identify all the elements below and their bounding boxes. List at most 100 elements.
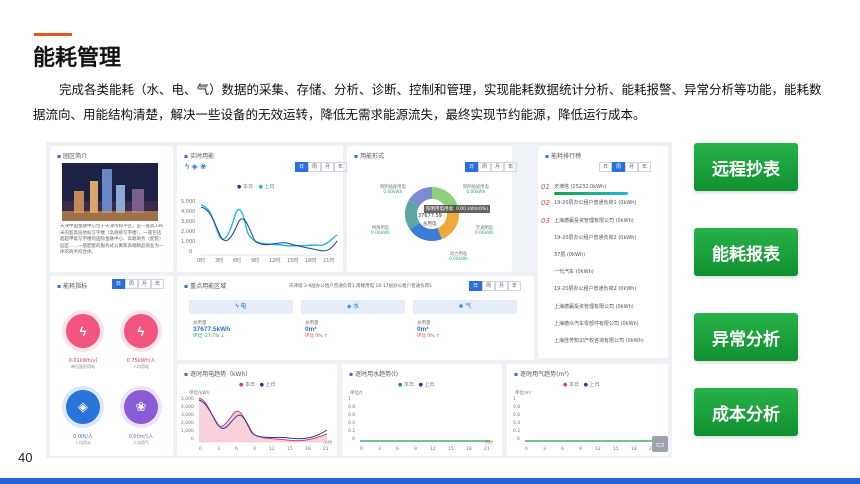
x-tick: 12 [595, 446, 601, 452]
feature-remote-meter-reading: 远程抄表 [694, 143, 798, 191]
x-tick: 15时 [287, 257, 298, 264]
chart-legend: ● 本日 ● 上日 [239, 382, 276, 388]
x-tick: 18时 [305, 257, 316, 264]
y-tick: 0.2 [513, 428, 520, 434]
y-tick: 1 [348, 396, 351, 402]
y-tick: 0.8 [513, 404, 520, 410]
metric-label: 人均用水 [75, 440, 91, 445]
list-item[interactable]: 37层 (0kWh) [542, 251, 585, 258]
list-item[interactable]: 01 天津塔 (25232.0kWh) [541, 183, 606, 191]
list-item[interactable]: 一代汽车 (0kWh) [542, 268, 594, 275]
x-tick: 15 [613, 446, 619, 452]
tab-week[interactable]: 周 [125, 279, 138, 289]
x-tick: 9 [253, 446, 256, 452]
chart-legend: ● 本日 ● 上日 [563, 382, 600, 388]
y-tick: 2,000 [181, 420, 194, 426]
x-tick: 3 [543, 446, 546, 452]
form-label: 照明插座用电 0.00kWh [463, 185, 489, 195]
chart-legend: ● 本日 ● 上日 [237, 184, 275, 190]
gas-flame-icon: ❀ [124, 390, 158, 424]
tab-month[interactable]: 月 [625, 162, 638, 172]
x-tick: 15 [287, 446, 293, 452]
indicators-card: 能耗指标 日 周 月 年 ϟ 0.01kWh/㎡ 单位面积用电 ϟ 0.75kW… [50, 276, 173, 456]
gas-trend-card: 逐时用气趋势(m³) ● 本日 ● 上日 单位/m³ 1 0.8 0.6 0.4… [507, 364, 668, 456]
list-item[interactable]: 上海德赢投资管理有限公司 (0kWh) [542, 303, 634, 310]
y-tick: 0.4 [348, 420, 355, 426]
y-tick: 3,000 [181, 219, 195, 225]
series-today-area [199, 398, 327, 442]
card-title: 用能形式 [354, 151, 384, 160]
y-tick: 1,000 [181, 428, 194, 434]
form-label: 动力用电 0.00kWh [449, 252, 469, 262]
tab-day[interactable]: 日 [469, 281, 482, 291]
metric-label: 人均用电 [133, 364, 149, 369]
y-tick: 0 [191, 436, 194, 442]
total-value: 0m³ [305, 326, 317, 333]
park-photo [62, 163, 158, 221]
y-tick: 0 [189, 249, 192, 255]
metric-label: 人均用气 [133, 440, 149, 445]
tab-year[interactable]: 年 [151, 279, 164, 289]
title-accent-line [34, 33, 72, 36]
card-title: 园区简介 [57, 151, 87, 160]
list-item[interactable]: 19-20层办公租户普通负荷2 (0kWh) [542, 285, 636, 292]
area-filters[interactable]: 天津塔 3-9层办公租户普通负荷1 南楼用电 10-17层办公租户普通负荷1 [289, 283, 432, 289]
tab-day[interactable]: 日 [295, 162, 308, 172]
card-title: 实时用能 [184, 151, 214, 160]
ranking-card: 能耗排行榜 日 周 月 年 01天津塔 (25232.0kWh) 0219-20… [538, 146, 668, 358]
x-tick: 18 [305, 446, 311, 452]
list-item[interactable]: 上海德众汽车零部件有限公司 (0kWh) [542, 320, 639, 327]
tab-year[interactable]: 年 [508, 281, 521, 291]
x-tick: 9时 [251, 257, 259, 264]
tab-day[interactable]: 日 [112, 279, 125, 289]
x-tick: 6 [396, 446, 399, 452]
tab-week[interactable]: 周 [308, 162, 321, 172]
metric-value: 0.00t/人 [73, 434, 93, 440]
x-tick: 15 [448, 446, 454, 452]
metric-value: 0.75kWh/人 [126, 358, 156, 364]
intro-paragraph: 完成各类能耗（水、电、气）数据的采集、存储、分析、诊断、控制和管理，实现能耗数据… [33, 82, 822, 122]
tab-day[interactable]: 日 [599, 162, 612, 172]
legend-today: 本日 [242, 184, 253, 190]
tab-week[interactable]: 周 [478, 162, 491, 172]
tab-year[interactable]: 年 [504, 162, 517, 172]
y-tick: 1,000 [181, 239, 195, 245]
list-item[interactable]: 19-20层办公租户普通负荷2 (0kWh) [542, 234, 636, 241]
card-title: 逐时用气趋势(m³) [514, 369, 569, 378]
y-tick: 3,000 [181, 412, 194, 418]
list-item[interactable]: 02 19-20层办公租户普通负荷1 (0kWh) [541, 199, 636, 207]
x-tick: 3 [217, 446, 220, 452]
donut-tooltip: 照明用电用能: 0.00 kWh(0%) [424, 205, 490, 213]
x-tick: 18 [631, 446, 637, 452]
y-tick: 0.6 [513, 412, 520, 418]
tab-year[interactable]: 年 [638, 162, 651, 172]
x-tick: 0 [199, 446, 202, 452]
x-tick: 3 [378, 446, 381, 452]
x-tick: 6时 [233, 257, 241, 264]
tab-month[interactable]: 月 [321, 162, 334, 172]
gas-trend-chart: 1 0.8 0.6 0.4 0.2 0 0 3 6 9 12 15 18 21 [513, 396, 657, 452]
mom-change: 环比 0% ↑ [417, 334, 440, 339]
metric-value: 0.01kWh/㎡ [68, 358, 98, 364]
elec-trend-card: 逐时用电趋势（kWh） ● 本日 ● 上日 单位/kWh 5,000 4,000… [177, 364, 337, 456]
tab-week[interactable]: 周 [612, 162, 625, 172]
energy-type-icons[interactable]: ϟ ◈ ❀ [185, 162, 207, 171]
list-item[interactable]: 上海佳芳知识产权咨询有限公司 (0kWh) [542, 337, 644, 344]
page-number: 40 [18, 450, 33, 465]
y-tick: 0.8 [348, 404, 355, 410]
x-tick: 21 [484, 446, 490, 452]
tab-month[interactable]: 月 [495, 281, 508, 291]
electric-person-icon: ϟ [124, 314, 158, 348]
screen-toggle-icon[interactable]: ▭ [652, 436, 668, 452]
list-item[interactable]: 03 上海德赢投资管理有限公司 (0kWh) [541, 217, 634, 225]
form-label: 特殊用电 0.00kWh [371, 226, 391, 236]
water-trend-chart: 1 0.8 0.6 0.4 0.2 0 0 3 6 9 12 15 18 21 … [348, 396, 493, 452]
card-title: 能耗排行榜 [545, 151, 581, 160]
tab-day[interactable]: 日 [465, 162, 478, 172]
series-yesterday-line [200, 204, 338, 247]
electric-area-icon: ϟ [66, 314, 100, 348]
tab-month[interactable]: 月 [491, 162, 504, 172]
tab-week[interactable]: 周 [482, 281, 495, 291]
tab-year[interactable]: 年 [334, 162, 347, 172]
tab-month[interactable]: 月 [138, 279, 151, 289]
